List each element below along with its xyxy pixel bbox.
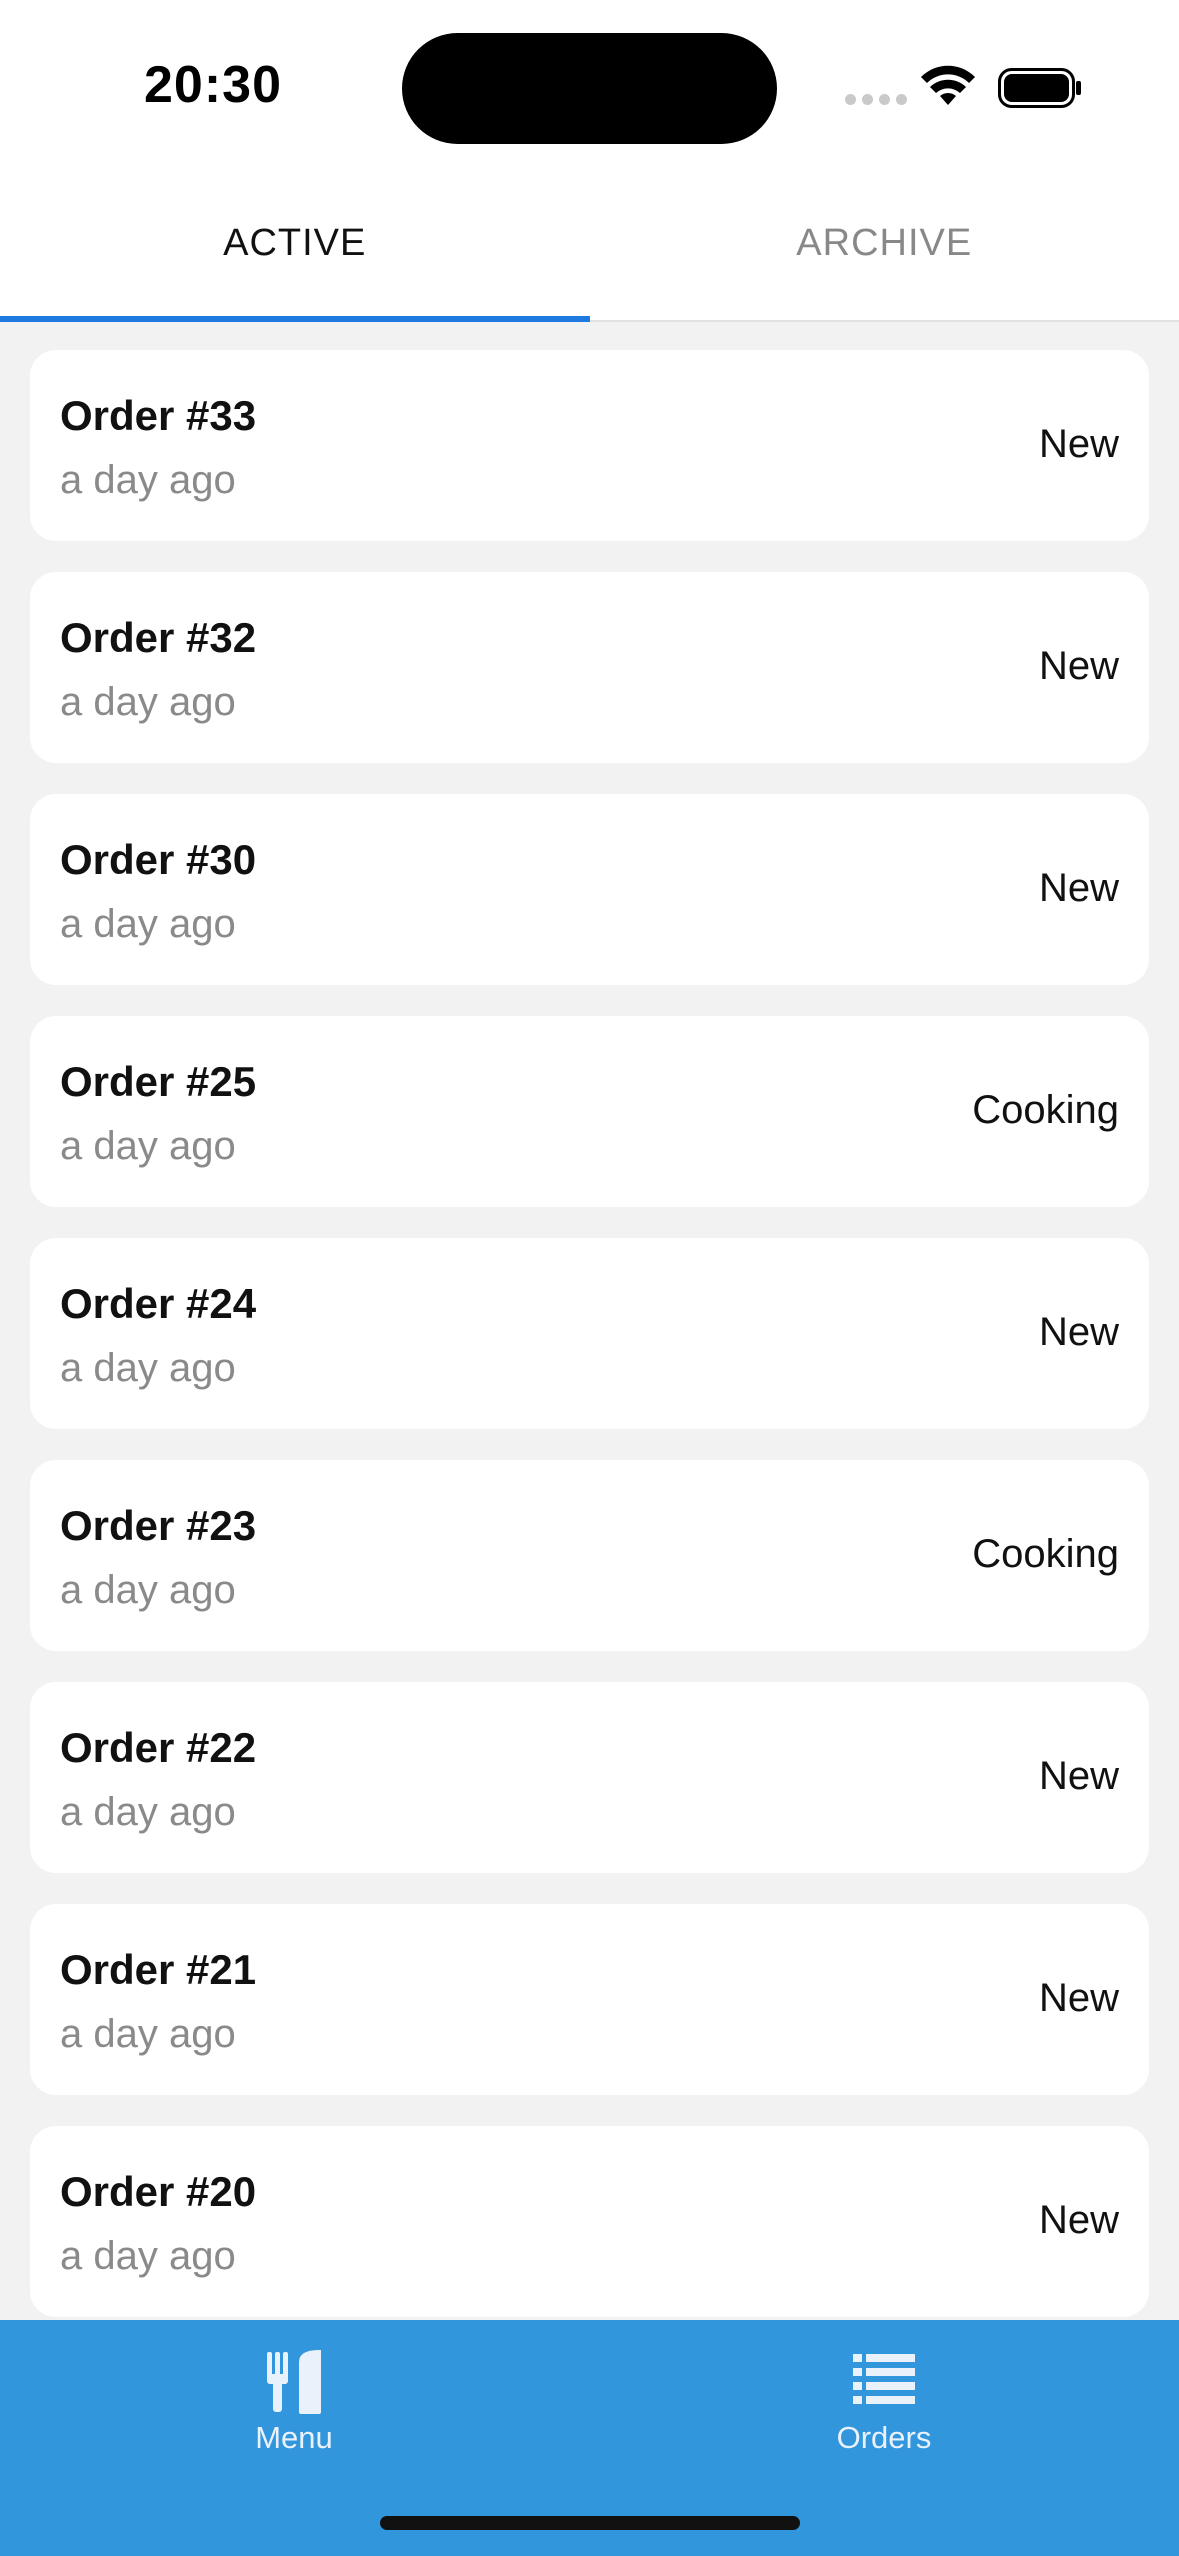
order-time: a day ago (60, 680, 236, 724)
order-card[interactable]: Order #22 a day ago New (30, 1682, 1149, 1873)
order-status: Cooking (972, 1532, 1119, 1576)
fork-knife-icon (267, 2350, 321, 2414)
wifi-icon (921, 65, 975, 105)
order-card[interactable]: Order #23 a day ago Cooking (30, 1460, 1149, 1651)
home-indicator[interactable] (380, 2516, 800, 2530)
order-time: a day ago (60, 2234, 236, 2278)
order-status: New (1038, 422, 1119, 466)
tabbar-label-menu: Menu (255, 2420, 333, 2455)
order-status: New (1038, 2198, 1119, 2242)
order-status: New (1038, 1754, 1119, 1798)
tabbar-item-orders[interactable]: Orders (734, 2348, 1034, 2456)
orders-list: Order #33 a day ago New Order #32 a day … (30, 350, 1149, 2348)
order-time: a day ago (60, 902, 236, 946)
tab-archive[interactable]: ARCHIVE (590, 180, 1179, 320)
order-time: a day ago (60, 1568, 236, 1612)
tabbar-item-menu[interactable]: Menu (144, 2348, 444, 2456)
order-title: Order #32 (60, 614, 257, 661)
order-card[interactable]: Order #32 a day ago New (30, 572, 1149, 763)
order-title: Order #30 (60, 836, 257, 883)
status-time: 20:30 (144, 56, 282, 114)
order-title: Order #21 (60, 1946, 257, 1993)
order-title: Order #24 (60, 1280, 257, 1327)
tab-active[interactable]: ACTIVE (0, 180, 590, 322)
order-status: New (1038, 644, 1119, 688)
order-status: New (1038, 866, 1119, 910)
order-time: a day ago (60, 1124, 236, 1168)
order-title: Order #25 (60, 1058, 257, 1105)
order-tabs: ACTIVE ARCHIVE (0, 180, 1179, 322)
order-card[interactable]: Order #30 a day ago New (30, 794, 1149, 985)
order-time: a day ago (60, 1790, 236, 1834)
order-card[interactable]: Order #25 a day ago Cooking (30, 1016, 1149, 1207)
tabbar-label-orders: Orders (836, 2420, 932, 2455)
order-card[interactable]: Order #33 a day ago New (30, 350, 1149, 541)
order-card[interactable]: Order #21 a day ago New (30, 1904, 1149, 2095)
order-time: a day ago (60, 2012, 236, 2056)
dynamic-island (402, 33, 777, 144)
order-time: a day ago (60, 1346, 236, 1390)
order-title: Order #20 (60, 2168, 257, 2215)
cellular-signal-icon (845, 94, 907, 105)
order-status: Cooking (972, 1088, 1119, 1132)
order-title: Order #22 (60, 1724, 257, 1771)
order-status: New (1038, 1976, 1119, 2020)
order-time: a day ago (60, 458, 236, 502)
battery-icon (998, 68, 1081, 108)
list-icon (853, 2354, 915, 2404)
order-title: Order #23 (60, 1502, 257, 1549)
order-card[interactable]: Order #20 a day ago New (30, 2126, 1149, 2317)
status-bar: 20:30 (0, 0, 1179, 180)
order-card[interactable]: Order #24 a day ago New (30, 1238, 1149, 1429)
order-title: Order #33 (60, 392, 257, 439)
order-status: New (1038, 1310, 1119, 1354)
